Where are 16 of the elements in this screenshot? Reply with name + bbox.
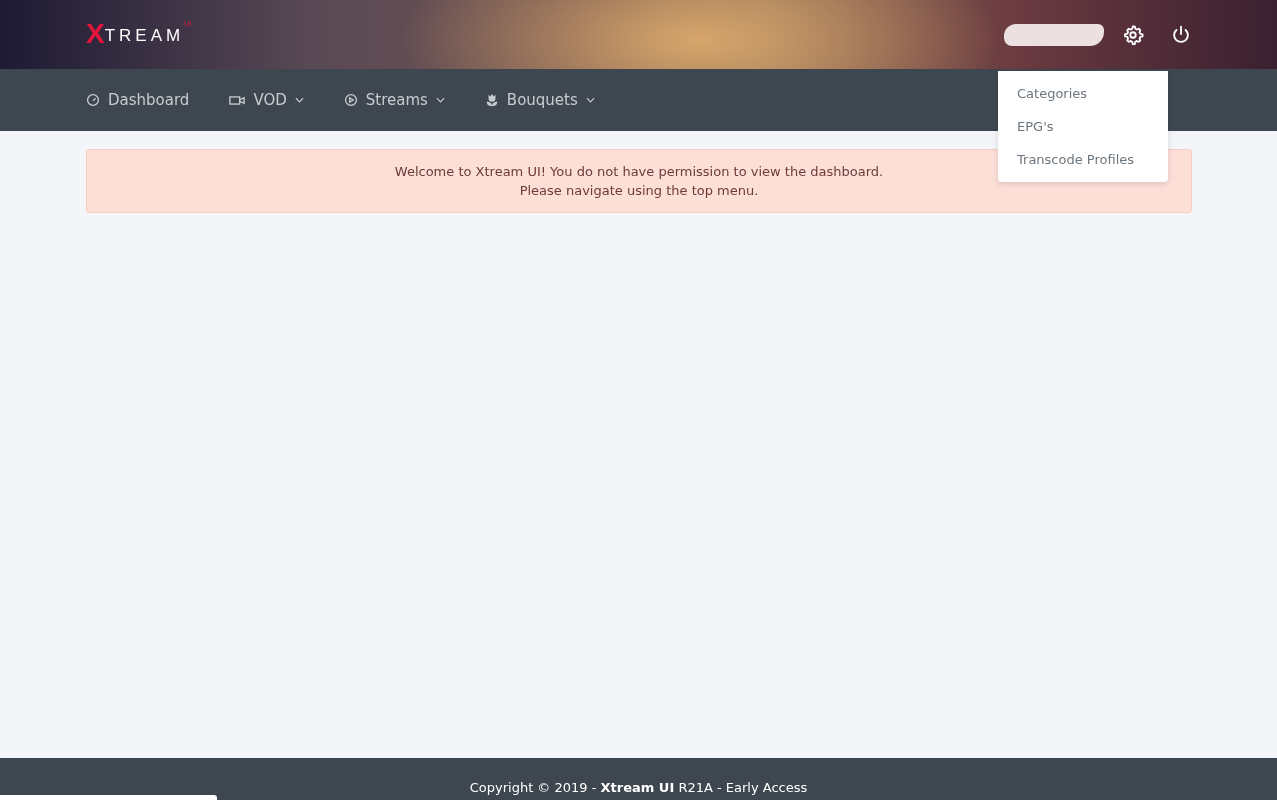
menu-item[interactable]: Categories xyxy=(998,76,1168,110)
copyright-text: Copyright © 2019 - Xtream UI R21A - Early Access xyxy=(469,780,808,795)
play-circle-icon xyxy=(343,93,358,107)
nav-item[interactable]: Bouquets xyxy=(484,91,595,109)
power-icon[interactable] xyxy=(1170,23,1192,46)
nav-item[interactable]: VOD xyxy=(229,91,304,109)
flower-icon xyxy=(484,93,499,107)
alert-text: Please navigate using the top menu. xyxy=(518,182,760,200)
gauge-icon xyxy=(86,93,100,107)
alert-text: Welcome to Xtream UI! You do not have permission to view the dashboard. xyxy=(393,163,885,181)
menu-item[interactable]: Transcode Profiles xyxy=(998,142,1168,176)
nav-item[interactable]: Dashboard xyxy=(86,91,190,109)
settings-icon[interactable] xyxy=(1122,23,1144,46)
video-camera-icon xyxy=(229,93,246,107)
nav-item[interactable]: Streams xyxy=(343,91,445,109)
menu-item[interactable]: EPG's xyxy=(998,109,1168,143)
